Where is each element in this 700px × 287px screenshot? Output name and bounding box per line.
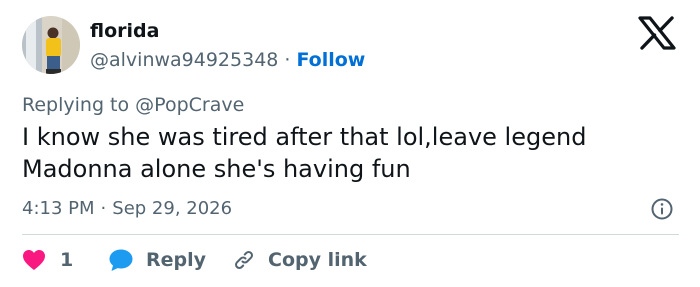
heart-icon (23, 250, 45, 270)
reply-button[interactable]: Reply (108, 245, 206, 275)
replying-to-mention[interactable]: @PopCrave (135, 94, 244, 116)
separator-dot: · (284, 49, 291, 71)
tweet-text: I know she was tired after that lol,leav… (22, 123, 587, 183)
follow-button[interactable]: Follow (296, 49, 365, 71)
tweet-card: florida @alvinwa94925348 · Follow Replying… (0, 0, 700, 287)
like-count: 1 (60, 249, 74, 271)
reply-label: Reply (146, 249, 207, 271)
tweet-time: 4:13 PM (22, 198, 95, 219)
avatar[interactable] (22, 16, 80, 74)
info-icon[interactable] (650, 197, 674, 221)
replying-to-prefix: Replying to (22, 94, 130, 116)
author-handle-row: @alvinwa94925348 · Follow (90, 47, 365, 73)
author-handle[interactable]: @alvinwa94925348 (90, 49, 278, 71)
avatar-photo (22, 16, 80, 74)
tweet-date: Sep 29, 2026 (112, 198, 233, 219)
replying-to: Replying to @PopCrave (22, 92, 244, 118)
author-display-name[interactable]: florida (90, 18, 159, 44)
link-icon (235, 251, 253, 269)
timestamp-separator: · (100, 198, 107, 219)
divider (22, 234, 679, 235)
x-logo-icon[interactable] (636, 16, 678, 50)
like-button[interactable]: 1 (22, 245, 73, 275)
tweet-timestamp[interactable]: 4:13 PM · Sep 29, 2026 (22, 196, 232, 222)
copy-link-button[interactable]: Copy link (232, 245, 367, 275)
copy-link-label: Copy link (268, 249, 367, 271)
reply-bubble-icon (109, 249, 133, 271)
